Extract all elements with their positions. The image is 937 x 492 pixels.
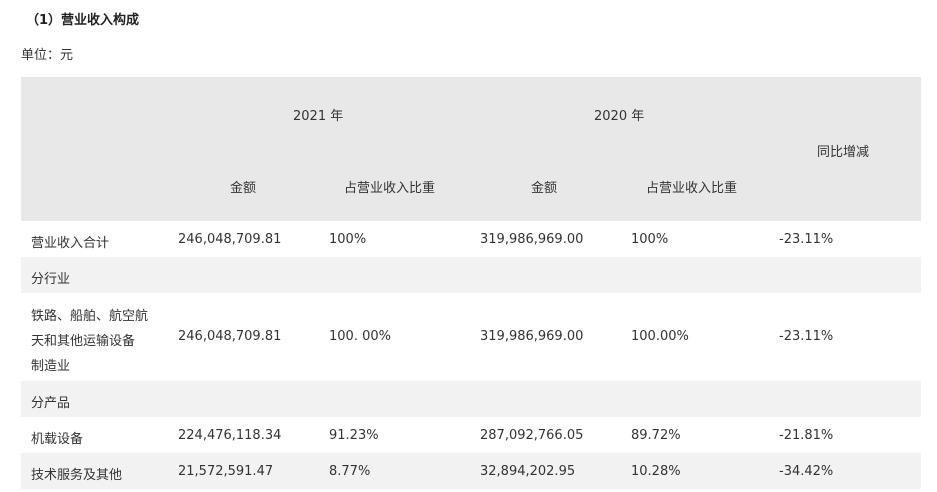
- row-name: 技术服务及其他: [31, 468, 123, 483]
- revenue-table: 2021 年 2020 年 同比增减 金额 占营业收入比重 金额 占营业收入比重…: [21, 77, 921, 489]
- amount-2020: 319,986,969.00: [480, 329, 584, 344]
- table-row-category: 分产品: [21, 381, 921, 417]
- amount-2021: 224,476,118.34: [178, 428, 282, 443]
- unit-label: 单位：元: [21, 48, 74, 63]
- ratio-2021: 100. 00%: [329, 329, 391, 344]
- header-yoy: 同比增减: [817, 145, 870, 160]
- row-name: 机载设备: [31, 432, 84, 447]
- ratio-2021: 100%: [329, 232, 367, 247]
- ratio-2020: 10.28%: [631, 464, 681, 479]
- row-name: 铁路、船舶、航空航 天和其他运输设备 制造业: [31, 304, 148, 379]
- yoy-change: -34.42%: [779, 464, 834, 479]
- header-amount-2020: 金额: [531, 181, 558, 196]
- row-name-line: 制造业: [31, 359, 71, 374]
- ratio-2021: 91.23%: [329, 428, 379, 443]
- table-row: 机载设备 224,476,118.34 91.23% 287,092,766.0…: [21, 417, 921, 453]
- row-name-line: 天和其他运输设备: [31, 334, 136, 349]
- yoy-change: -23.11%: [779, 329, 834, 344]
- table-header: 2021 年 2020 年 同比增减 金额 占营业收入比重 金额 占营业收入比重: [21, 77, 921, 221]
- header-ratio-2021: 占营业收入比重: [344, 181, 436, 196]
- amount-2020: 32,894,202.95: [480, 464, 576, 479]
- ratio-2020: 100.00%: [631, 329, 689, 344]
- yoy-change: -23.11%: [779, 232, 834, 247]
- amount-2021: 246,048,709.81: [178, 329, 282, 344]
- table-row-category: 分行业: [21, 257, 921, 293]
- category-label: 分行业: [31, 272, 71, 287]
- table-row: 营业收入合计 246,048,709.81 100% 319,986,969.0…: [21, 221, 921, 257]
- row-name-line: 铁路、船舶、航空航: [31, 309, 149, 324]
- table-row: 铁路、船舶、航空航 天和其他运输设备 制造业 246,048,709.81 10…: [21, 293, 921, 381]
- amount-2020: 287,092,766.05: [480, 428, 584, 443]
- ratio-2021: 8.77%: [329, 464, 371, 479]
- ratio-2020: 89.72%: [631, 428, 681, 443]
- row-name: 营业收入合计: [31, 236, 110, 251]
- amount-2021: 21,572,591.47: [178, 464, 274, 479]
- header-ratio-2020: 占营业收入比重: [646, 181, 738, 196]
- category-label: 分产品: [31, 396, 71, 411]
- amount-2020: 319,986,969.00: [480, 232, 584, 247]
- ratio-2020: 100%: [631, 232, 669, 247]
- yoy-change: -21.81%: [779, 428, 834, 443]
- table-row: 技术服务及其他 21,572,591.47 8.77% 32,894,202.9…: [21, 453, 921, 489]
- header-year-2020: 2020 年: [594, 109, 645, 124]
- section-title: （1）营业收入构成: [26, 13, 140, 28]
- amount-2021: 246,048,709.81: [178, 232, 282, 247]
- header-year-2021: 2021 年: [293, 109, 344, 124]
- header-amount-2021: 金额: [230, 181, 257, 196]
